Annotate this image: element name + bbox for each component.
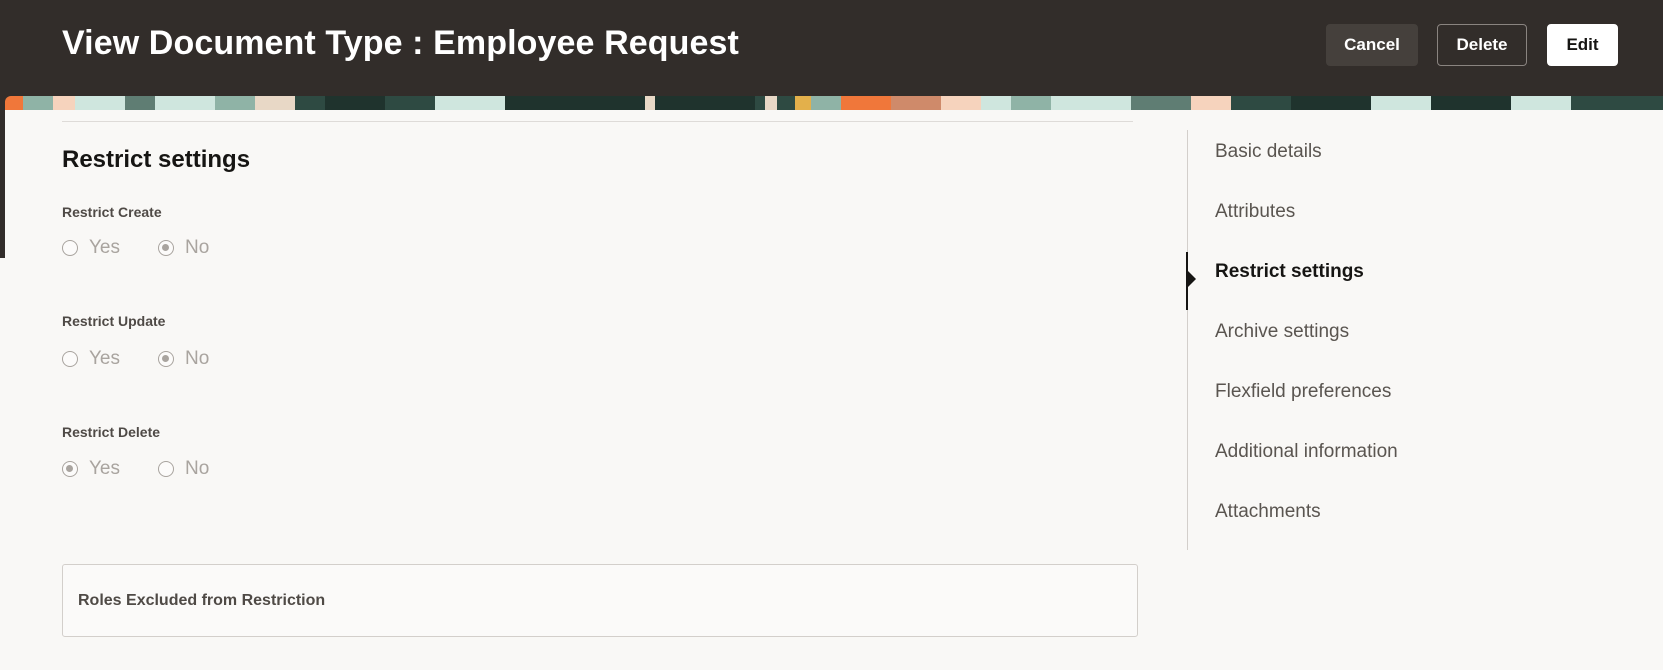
banner-pattern-graphic [5,96,1663,110]
nav-item-archive-settings[interactable]: Archive settings [1215,321,1349,343]
nav-item-flexfield-preferences[interactable]: Flexfield preferences [1215,381,1391,403]
radio-checked-icon[interactable] [62,461,78,477]
restrict-update-label: Restrict Update [62,313,166,329]
radio-label-yes: Yes [89,348,120,369]
cancel-button[interactable]: Cancel [1326,24,1418,66]
radio-label-yes: Yes [89,458,120,479]
page-title: View Document Type : Employee Request [62,24,739,62]
restrict-create-no-option[interactable]: No [158,237,209,259]
delete-button[interactable]: Delete [1437,24,1527,66]
nav-item-additional-information[interactable]: Additional information [1215,441,1398,463]
restrict-update-no-option[interactable]: No [158,348,209,370]
restrict-delete-radio-group: Yes No [62,458,247,480]
restrict-update-radio-group: Yes No [62,348,247,370]
restrict-create-radio-group: Yes No [62,237,247,259]
radio-label-yes: Yes [89,237,120,258]
nav-active-arrow-icon [1187,270,1196,288]
radio-label-no: No [185,348,210,369]
edit-button[interactable]: Edit [1547,24,1618,66]
section-title: Restrict settings [62,146,251,173]
restrict-create-label: Restrict Create [62,204,162,220]
page: View Document Type : Employee Request Ca… [0,0,1663,670]
radio-checked-icon[interactable] [158,351,174,367]
nav-item-attributes[interactable]: Attributes [1215,201,1295,223]
decorative-banner [5,96,1663,110]
roles-excluded-label: Roles Excluded from Restriction [78,592,326,609]
radio-unchecked-icon[interactable] [62,240,78,256]
radio-unchecked-icon[interactable] [158,461,174,477]
nav-item-restrict-settings[interactable]: Restrict settings [1215,261,1364,283]
radio-label-no: No [185,458,210,479]
radio-label-no: No [185,237,210,258]
content-card: Restrict settings Restrict Create Yes No… [5,110,1663,670]
restrict-delete-no-option[interactable]: No [158,458,209,480]
roles-excluded-panel[interactable]: Roles Excluded from Restriction [62,564,1138,637]
nav-item-basic-details[interactable]: Basic details [1215,141,1322,163]
restrict-update-yes-option[interactable]: Yes [62,348,120,370]
divider [62,121,1133,122]
radio-unchecked-icon[interactable] [62,351,78,367]
restrict-create-yes-option[interactable]: Yes [62,237,120,259]
nav-divider [1187,130,1188,550]
restrict-delete-yes-option[interactable]: Yes [62,458,120,480]
restrict-delete-label: Restrict Delete [62,424,161,440]
radio-checked-icon[interactable] [158,240,174,256]
nav-item-attachments[interactable]: Attachments [1215,501,1321,523]
